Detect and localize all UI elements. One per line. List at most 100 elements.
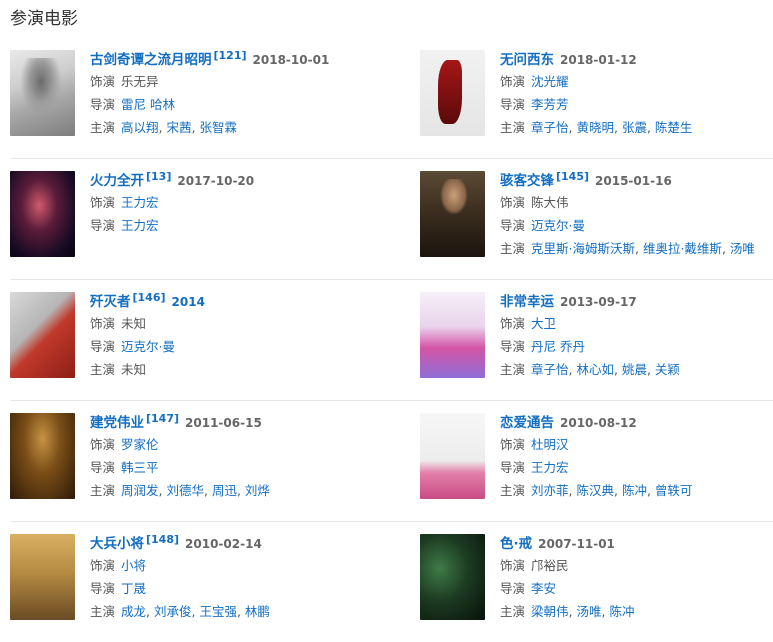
director-label: 导演: [500, 218, 526, 233]
reference-count[interactable]: [13]: [146, 170, 171, 183]
cast-link[interactable]: 姚晨: [622, 362, 647, 377]
role-line: 饰演 小将: [90, 554, 420, 577]
cast-link[interactable]: 陈冲: [622, 483, 647, 498]
cast-link[interactable]: 黄晓明: [576, 120, 614, 135]
cast-link[interactable]: 高以翔: [121, 120, 159, 135]
director-link[interactable]: 乔丹: [560, 339, 585, 354]
cast-link[interactable]: 林心如: [576, 362, 614, 377]
movie-card: 古剑奇谭之流月昭明 [121] 2018-10-01 饰演 乐无异 导演 雷尼 哈林 主…: [10, 38, 420, 158]
movie-poster[interactable]: [420, 292, 485, 378]
movie-info: 色·戒 2007-11-01 饰演 邝裕民 导演 李安 主演 梁朝伟, 汤唯, 陈冲: [500, 534, 771, 642]
release-date: 2007-11-01: [538, 537, 615, 551]
reference-count[interactable]: [121]: [214, 49, 247, 62]
cast-link[interactable]: 刘德华: [166, 483, 204, 498]
director-link[interactable]: 迈克尔·曼: [531, 218, 585, 233]
role-link[interactable]: 杜明汉: [531, 437, 569, 452]
cast-link[interactable]: 梁朝伟: [531, 604, 569, 619]
cast-link[interactable]: 刘承俊: [154, 604, 192, 619]
reference-count[interactable]: [148]: [146, 533, 179, 546]
role-link[interactable]: 大卫: [531, 316, 556, 331]
movie-title-link[interactable]: 无问西东: [500, 52, 554, 68]
director-link[interactable]: 迈克尔·曼: [121, 339, 175, 354]
cast-link[interactable]: 汤唯: [730, 241, 755, 256]
movie-title-line: 色·戒 2007-11-01: [500, 534, 771, 554]
director-line: 导演 王力宏: [90, 214, 420, 237]
role-link[interactable]: 王力宏: [121, 195, 159, 210]
cast-link[interactable]: 林鹏: [245, 604, 270, 619]
role-label: 饰演: [500, 558, 526, 573]
movie-card: 建党伟业 [147] 2011-06-15 饰演 罗家伦 导演 韩三平 主演 周润发, 刘…: [10, 401, 420, 521]
cast-link[interactable]: 周迅: [212, 483, 237, 498]
director-link[interactable]: 丹尼: [531, 339, 556, 354]
cast-link[interactable]: 关颖: [655, 362, 680, 377]
reference-count[interactable]: [146]: [133, 291, 166, 304]
movie-title-link[interactable]: 色·戒: [500, 536, 532, 552]
movie-poster[interactable]: [420, 534, 485, 620]
role-label: 饰演: [90, 74, 116, 89]
cast-link[interactable]: 成龙: [121, 604, 146, 619]
director-link[interactable]: 哈林: [150, 97, 175, 112]
director-label: 导演: [90, 581, 116, 596]
release-date: 2018-01-12: [560, 53, 637, 67]
role-label: 饰演: [90, 437, 116, 452]
movie-title-link[interactable]: 火力全开: [90, 173, 144, 189]
movie-title-link[interactable]: 建党伟业: [90, 415, 144, 431]
cast-label: 主演: [500, 362, 526, 377]
movie-title-link[interactable]: 恋爱通告: [500, 415, 554, 431]
movie-poster[interactable]: [10, 534, 75, 620]
movie-title-line: 骇客交锋 [145] 2015-01-16: [500, 170, 771, 191]
director-label: 导演: [90, 460, 116, 475]
cast-link[interactable]: 刘亦菲: [531, 483, 569, 498]
cast-link[interactable]: 张智霖: [199, 120, 237, 135]
director-link[interactable]: 王力宏: [121, 218, 159, 233]
director-link[interactable]: 丁晟: [121, 581, 146, 596]
release-date[interactable]: 2014: [172, 295, 205, 309]
cast-link[interactable]: 张震: [622, 120, 647, 135]
cast-link[interactable]: 宋茜: [166, 120, 191, 135]
cast-link[interactable]: 刘烨: [245, 483, 270, 498]
role-line: 饰演 罗家伦: [90, 433, 420, 456]
reference-count[interactable]: [145]: [556, 170, 589, 183]
movie-title-link[interactable]: 古剑奇谭之流月昭明: [90, 52, 212, 68]
role-link[interactable]: 罗家伦: [121, 437, 159, 452]
director-link[interactable]: 李安: [531, 581, 556, 596]
role-link[interactable]: 沈光耀: [531, 74, 569, 89]
movie-title-link[interactable]: 非常幸运: [500, 294, 554, 310]
reference-count[interactable]: [147]: [146, 412, 179, 425]
director-link[interactable]: 王力宏: [531, 460, 569, 475]
cast-link[interactable]: 克里斯·海姆斯沃斯: [531, 241, 635, 256]
movie-poster[interactable]: [10, 50, 75, 136]
movie-title-link[interactable]: 骇客交锋: [500, 173, 554, 189]
cast-link[interactable]: 周润发: [121, 483, 159, 498]
movie-poster[interactable]: [10, 292, 75, 378]
director-line: 导演 迈克尔·曼: [90, 335, 420, 358]
cast-link[interactable]: 汤唯: [576, 604, 601, 619]
cast-link[interactable]: 曾轶可: [655, 483, 693, 498]
cast-link[interactable]: 陈楚生: [655, 120, 693, 135]
role-line: 饰演 大卫: [500, 312, 771, 335]
role-line: 饰演 乐无异: [90, 70, 420, 93]
director-label: 导演: [500, 97, 526, 112]
cast-line: 主演 梁朝伟, 汤唯, 陈冲: [500, 604, 635, 619]
release-date: 2018-10-01: [252, 53, 330, 67]
cast-link[interactable]: 章子怡: [531, 120, 569, 135]
movie-poster[interactable]: [10, 171, 75, 257]
role-link[interactable]: 小将: [121, 558, 146, 573]
cast-link[interactable]: 陈汉典: [576, 483, 614, 498]
movie-poster[interactable]: [10, 413, 75, 499]
movie-title-link[interactable]: 歼灭者: [90, 294, 131, 310]
director-link[interactable]: 李芳芳: [531, 97, 569, 112]
movie-poster[interactable]: [420, 50, 485, 136]
release-date: 2010-02-14: [185, 537, 262, 551]
director-link[interactable]: 韩三平: [121, 460, 159, 475]
cast-link[interactable]: 陈冲: [609, 604, 634, 619]
cast-link[interactable]: 维奥拉·戴维斯: [643, 241, 722, 256]
cast-link[interactable]: 章子怡: [531, 362, 569, 377]
movie-title-link[interactable]: 大兵小将: [90, 536, 144, 552]
director-link[interactable]: 雷尼: [121, 97, 146, 112]
movie-info: 火力全开 [13] 2017-10-20 饰演 王力宏 导演 王力宏: [90, 170, 420, 279]
movie-poster[interactable]: [420, 171, 485, 257]
role-label: 饰演: [500, 316, 526, 331]
movie-poster[interactable]: [420, 413, 485, 499]
cast-link[interactable]: 王宝强: [199, 604, 237, 619]
